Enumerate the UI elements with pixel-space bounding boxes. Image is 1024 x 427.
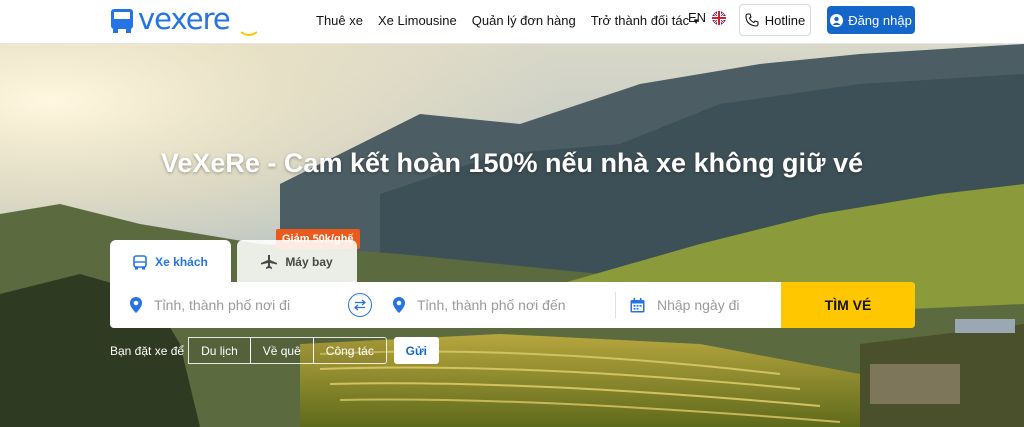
tab-bus[interactable]: Xe khách — [110, 240, 231, 284]
nav-car-rental[interactable]: Thuê xe — [316, 13, 363, 28]
language-code: EN — [688, 10, 707, 25]
nav-become-partner-label: Trở thành đối tác — [590, 12, 690, 28]
swap-arrows-icon — [353, 299, 367, 311]
from-field[interactable]: Tỉnh, thành phố nơi đi — [130, 282, 345, 328]
search-button[interactable]: TÌM VÉ — [781, 282, 915, 328]
date-placeholder: Nhập ngày đi — [657, 297, 740, 313]
tab-airplane-label: Máy bay — [285, 255, 333, 269]
from-placeholder: Tỉnh, thành phố nơi đi — [154, 297, 291, 313]
rice-terrace-background — [0, 44, 1024, 427]
swap-button[interactable] — [348, 293, 372, 317]
bus-logo-icon — [111, 9, 133, 33]
location-pin-icon — [130, 297, 142, 313]
purpose-option-business[interactable]: Công tác — [312, 337, 387, 364]
airplane-icon — [261, 255, 278, 269]
purpose-send-button[interactable]: Gửi — [393, 337, 439, 364]
logo-text: vexere — [138, 2, 231, 36]
tab-airplane[interactable]: Máy bay — [237, 240, 357, 284]
hero-headline: VeXeRe - Cam kết hoàn 150% nếu nhà xe kh… — [160, 148, 864, 178]
purpose-option-travel[interactable]: Du lịch — [188, 337, 251, 364]
field-divider — [615, 292, 616, 318]
hotline-button[interactable]: Hotline — [739, 4, 811, 36]
top-header: vexere Thuê xe Xe Limousine Quản lý đơn … — [0, 0, 1024, 44]
to-field[interactable]: Tỉnh, thành phố nơi đến — [393, 282, 608, 328]
location-pin-icon — [393, 297, 405, 313]
bus-icon — [133, 254, 147, 269]
login-label: Đăng nhập — [848, 12, 912, 28]
nav-limousine[interactable]: Xe Limousine — [378, 13, 457, 28]
search-bar: Tỉnh, thành phố nơi đi Tỉnh, thành phố n… — [110, 282, 915, 328]
trip-purpose-row: Bạn đặt xe để Du lịch Về quê Công tác Gử… — [110, 337, 439, 364]
calendar-icon — [630, 297, 645, 312]
nav-manage-orders[interactable]: Quản lý đơn hàng — [472, 13, 576, 28]
phone-icon — [745, 13, 759, 27]
login-button[interactable]: Đăng nhập — [827, 6, 915, 34]
language-switcher[interactable]: EN — [688, 10, 727, 25]
main-nav: Thuê xe Xe Limousine Quản lý đơn hàng Tr… — [316, 0, 715, 40]
hotline-label: Hotline — [764, 12, 806, 28]
user-icon — [830, 13, 844, 27]
tab-bus-label: Xe khách — [155, 255, 208, 269]
uk-flag-icon — [712, 10, 727, 25]
logo-smile-icon — [240, 31, 258, 36]
to-placeholder: Tỉnh, thành phố nơi đến — [417, 297, 566, 313]
trip-purpose-label: Bạn đặt xe để — [110, 343, 185, 358]
hero-banner: VeXeRe - Cam kết hoàn 150% nếu nhà xe kh… — [0, 44, 1024, 427]
vexere-logo[interactable]: vexere — [110, 2, 258, 38]
date-field[interactable]: Nhập ngày đi — [630, 282, 780, 328]
purpose-option-hometown[interactable]: Về quê — [249, 337, 314, 364]
nav-become-partner[interactable]: Trở thành đối tác ▼ — [591, 13, 700, 28]
